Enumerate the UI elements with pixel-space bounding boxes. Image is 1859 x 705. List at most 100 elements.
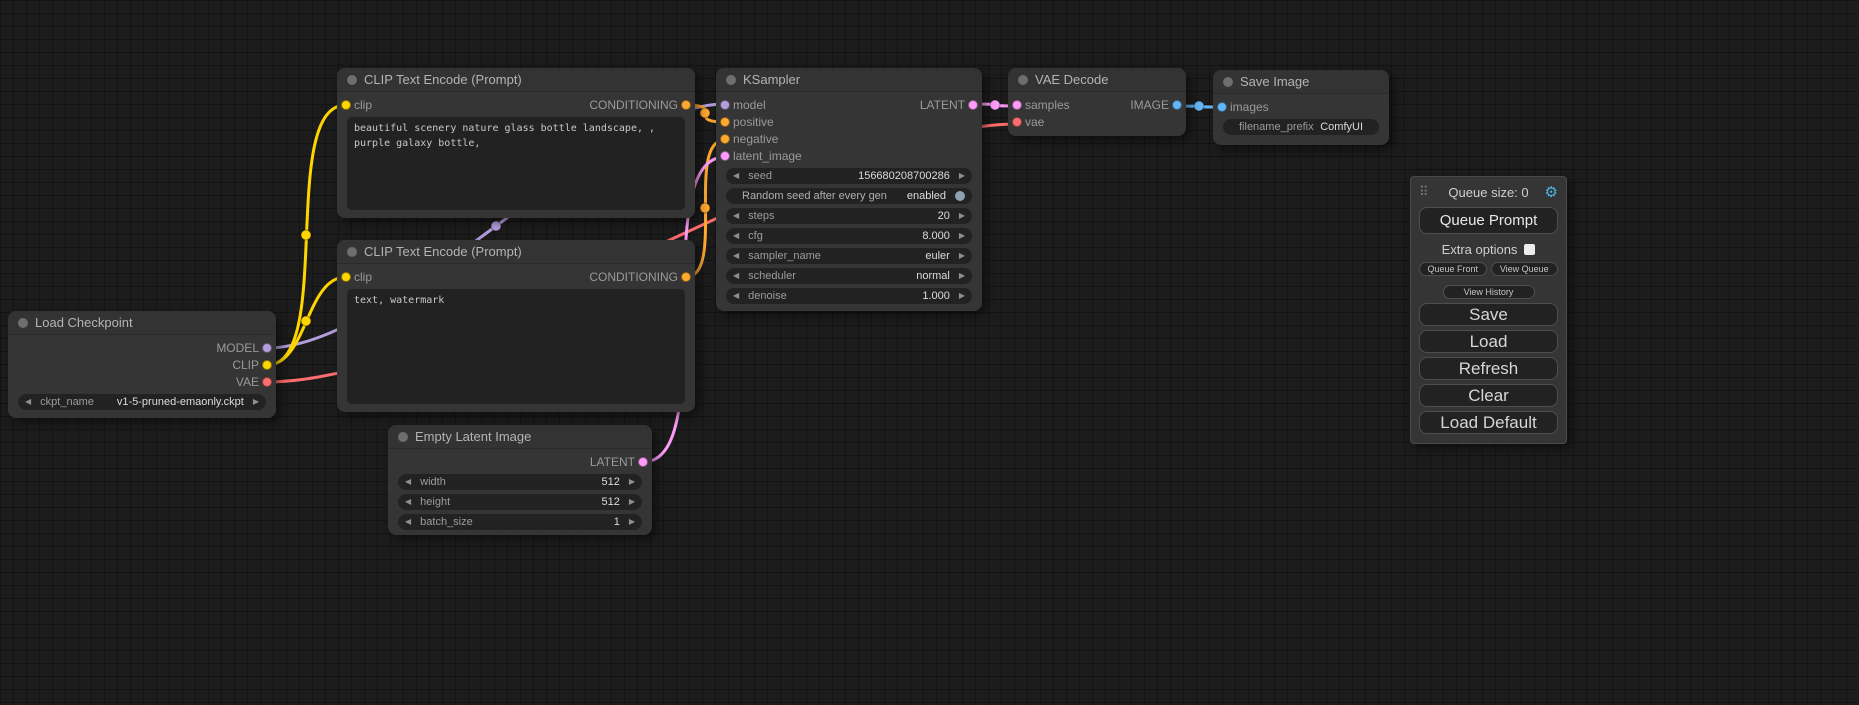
image-output-dot[interactable] <box>1172 100 1182 110</box>
increment-icon[interactable]: ▶ <box>629 518 635 526</box>
negative-input-dot[interactable] <box>720 134 730 144</box>
increment-icon[interactable]: ▶ <box>253 398 259 406</box>
decrement-icon[interactable]: ◀ <box>405 518 411 526</box>
node-title-bar[interactable]: KSampler <box>716 68 982 92</box>
collapse-dot[interactable] <box>726 75 736 85</box>
widget-height[interactable]: ◀ height 512 ▶ <box>398 494 642 510</box>
node-title-bar[interactable]: CLIP Text Encode (Prompt) <box>337 240 695 264</box>
widget-random-seed-toggle[interactable]: Random seed after every gen enabled <box>726 188 972 204</box>
node-vae-decode[interactable]: VAE Decode samples IMAGE vae <box>1008 68 1186 136</box>
extra-options-checkbox[interactable] <box>1524 244 1535 255</box>
link-dot-conditioning-positive <box>700 108 710 118</box>
node-title-bar[interactable]: Empty Latent Image <box>388 425 652 449</box>
prompt-textarea[interactable]: beautiful scenery nature glass bottle la… <box>347 117 685 210</box>
link-dot-model <box>491 221 501 231</box>
widget-width[interactable]: ◀ width 512 ▶ <box>398 474 642 490</box>
prompt-textarea[interactable]: text, watermark <box>347 289 685 404</box>
node-title: Save Image <box>1240 74 1309 89</box>
decrement-icon[interactable]: ◀ <box>405 478 411 486</box>
view-history-button[interactable]: View History <box>1443 285 1535 299</box>
vae-output-dot[interactable] <box>262 377 272 387</box>
widget-name: steps <box>748 210 774 222</box>
node-clip-text-encode-negative[interactable]: CLIP Text Encode (Prompt) clip CONDITION… <box>337 240 695 412</box>
node-empty-latent-image[interactable]: Empty Latent Image LATENT ◀ width 512 ▶ … <box>388 425 652 535</box>
collapse-dot[interactable] <box>347 75 357 85</box>
widget-filename-prefix[interactable]: filename_prefix ComfyUI <box>1223 119 1379 135</box>
collapse-dot[interactable] <box>18 318 28 328</box>
widget-value: 512 <box>601 476 619 488</box>
decrement-icon[interactable]: ◀ <box>733 212 739 220</box>
queue-prompt-button[interactable]: Queue Prompt <box>1419 207 1558 234</box>
decrement-icon[interactable]: ◀ <box>733 232 739 240</box>
increment-icon[interactable]: ▶ <box>959 212 965 220</box>
increment-icon[interactable]: ▶ <box>629 498 635 506</box>
clip-output-dot[interactable] <box>262 360 272 370</box>
conditioning-output-dot[interactable] <box>681 272 691 282</box>
slot-label-image: IMAGE <box>1130 98 1169 112</box>
widget-denoise[interactable]: ◀ denoise 1.000 ▶ <box>726 288 972 304</box>
node-title-bar[interactable]: Save Image <box>1213 70 1389 94</box>
widget-batch-size[interactable]: ◀ batch_size 1 ▶ <box>398 514 642 530</box>
increment-icon[interactable]: ▶ <box>959 232 965 240</box>
link-dot-clip-negative <box>301 316 311 326</box>
increment-icon[interactable]: ▶ <box>959 292 965 300</box>
model-input-dot[interactable] <box>720 100 730 110</box>
latent-output-dot[interactable] <box>968 100 978 110</box>
toggle-dot[interactable] <box>955 191 965 201</box>
clear-button[interactable]: Clear <box>1419 384 1558 407</box>
node-title-bar[interactable]: CLIP Text Encode (Prompt) <box>337 68 695 92</box>
widget-cfg[interactable]: ◀ cfg 8.000 ▶ <box>726 228 972 244</box>
model-output-dot[interactable] <box>262 343 272 353</box>
widget-name: Random seed after every gen <box>742 190 887 202</box>
widget-name: scheduler <box>748 270 796 282</box>
conditioning-output-dot[interactable] <box>681 100 691 110</box>
decrement-icon[interactable]: ◀ <box>733 252 739 260</box>
widget-steps[interactable]: ◀ steps 20 ▶ <box>726 208 972 224</box>
node-save-image[interactable]: Save Image images filename_prefix ComfyU… <box>1213 70 1389 145</box>
decrement-icon[interactable]: ◀ <box>733 172 739 180</box>
save-button[interactable]: Save <box>1419 303 1558 326</box>
widget-sampler-name[interactable]: ◀ sampler_name euler ▶ <box>726 248 972 264</box>
load-default-button[interactable]: Load Default <box>1419 411 1558 434</box>
widget-seed[interactable]: ◀ seed 156680208700286 ▶ <box>726 168 972 184</box>
gear-icon[interactable]: ⚙ <box>1545 185 1558 200</box>
collapse-dot[interactable] <box>398 432 408 442</box>
clip-input-dot[interactable] <box>341 272 351 282</box>
drag-handle-icon[interactable]: ⠿ <box>1419 184 1429 200</box>
decrement-icon[interactable]: ◀ <box>25 398 31 406</box>
slot-row: clip CONDITIONING <box>337 268 695 285</box>
clip-input-dot[interactable] <box>341 100 351 110</box>
node-title-bar[interactable]: Load Checkpoint <box>8 311 276 335</box>
increment-icon[interactable]: ▶ <box>959 252 965 260</box>
samples-input-dot[interactable] <box>1012 100 1022 110</box>
decrement-icon[interactable]: ◀ <box>405 498 411 506</box>
decrement-icon[interactable]: ◀ <box>733 272 739 280</box>
vae-input-dot[interactable] <box>1012 117 1022 127</box>
widget-ckpt-name[interactable]: ◀ ckpt_name v1-5-pruned-emaonly.ckpt ▶ <box>18 394 266 410</box>
widget-scheduler[interactable]: ◀ scheduler normal ▶ <box>726 268 972 284</box>
node-load-checkpoint[interactable]: Load Checkpoint MODEL CLIP VAE ◀ ckpt_na… <box>8 311 276 418</box>
collapse-dot[interactable] <box>347 247 357 257</box>
refresh-button[interactable]: Refresh <box>1419 357 1558 380</box>
queue-front-button[interactable]: Queue Front <box>1419 262 1487 276</box>
node-clip-text-encode-positive[interactable]: CLIP Text Encode (Prompt) clip CONDITION… <box>337 68 695 218</box>
node-ksampler[interactable]: KSampler model LATENT positive negative … <box>716 68 982 311</box>
latent-image-input-dot[interactable] <box>720 151 730 161</box>
slot-label-positive: positive <box>733 115 774 129</box>
decrement-icon[interactable]: ◀ <box>733 292 739 300</box>
increment-icon[interactable]: ▶ <box>959 272 965 280</box>
collapse-dot[interactable] <box>1018 75 1028 85</box>
slot-label-clip: clip <box>354 98 372 112</box>
increment-icon[interactable]: ▶ <box>959 172 965 180</box>
increment-icon[interactable]: ▶ <box>629 478 635 486</box>
node-title: VAE Decode <box>1035 72 1108 87</box>
load-button[interactable]: Load <box>1419 330 1558 353</box>
view-queue-button[interactable]: View Queue <box>1491 262 1559 276</box>
positive-input-dot[interactable] <box>720 117 730 127</box>
latent-output-dot[interactable] <box>638 457 648 467</box>
link-dot-latent-to-vae <box>990 100 1000 110</box>
images-input-dot[interactable] <box>1217 102 1227 112</box>
node-title: KSampler <box>743 72 800 87</box>
collapse-dot[interactable] <box>1223 77 1233 87</box>
node-title-bar[interactable]: VAE Decode <box>1008 68 1186 92</box>
